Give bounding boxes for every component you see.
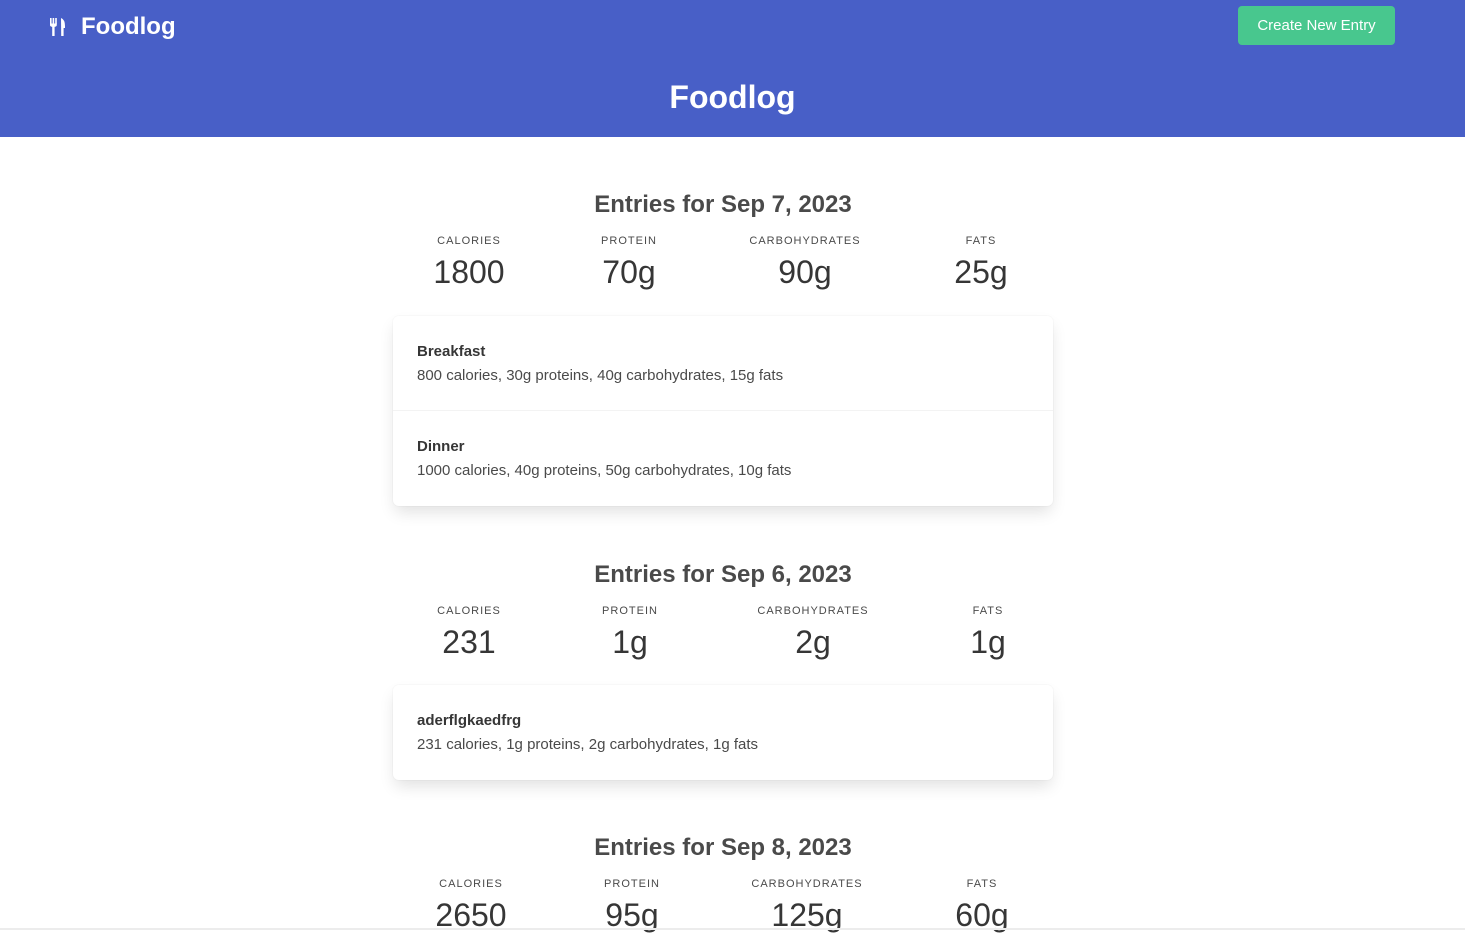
stat-protein: Protein 95g [552, 877, 712, 935]
entry-item[interactable]: aderflgkaedfrg 231 calories, 1g proteins… [393, 685, 1053, 780]
stat-label: Protein [601, 235, 657, 247]
stat-carbohydrates: Carbohydrates 125g [727, 877, 887, 935]
entry-details: 800 calories, 30g proteins, 40g carbohyd… [417, 367, 784, 384]
hero-banner: Foodlog Create New Entry Foodlog [0, 0, 1465, 137]
stat-label: Fats [965, 235, 997, 247]
page-title: Foodlog [669, 79, 796, 115]
stat-value: 2g [795, 624, 831, 660]
nutrition-summary: Calories 1800 Protein 70g Carbohydrates … [393, 234, 1053, 294]
create-new-entry-button[interactable]: Create New Entry [1238, 6, 1395, 45]
utensils-icon [50, 18, 66, 36]
stat-fats: Fats 25g [901, 234, 1061, 292]
entry-details: 231 calories, 1g proteins, 2g carbohydra… [417, 736, 759, 753]
stat-value: 1g [970, 624, 1006, 660]
stat-label: Calories [437, 235, 501, 247]
entry-details: 1000 calories, 40g proteins, 50g carbohy… [417, 462, 792, 479]
entry-name: aderflgkaedfrg [417, 712, 522, 729]
stat-label: Carbohydrates [751, 878, 863, 890]
stat-value: 1g [612, 624, 648, 660]
stat-calories: Calories 1800 [389, 234, 549, 292]
stat-label: Fats [972, 605, 1004, 617]
day-heading: Entries for Sep 7, 2023 [594, 191, 852, 218]
stat-calories: Calories 2650 [391, 877, 551, 935]
entry-name: Dinner [417, 438, 465, 455]
stat-fats: Fats 60g [902, 877, 1062, 935]
day-heading: Entries for Sep 6, 2023 [594, 561, 852, 588]
stat-value: 70g [602, 254, 656, 290]
stat-label: Protein [604, 878, 660, 890]
nutrition-summary: Calories 231 Protein 1g Carbohydrates 2g… [393, 604, 1053, 664]
entries-list: Breakfast 800 calories, 30g proteins, 40… [393, 316, 1053, 506]
stat-label: Carbohydrates [749, 235, 861, 247]
stat-fats: Fats 1g [908, 604, 1068, 662]
entries-list: aderflgkaedfrg 231 calories, 1g proteins… [393, 685, 1053, 780]
entry-item[interactable]: Dinner 1000 calories, 40g proteins, 50g … [393, 411, 1053, 506]
stat-label: Fats [966, 878, 998, 890]
brand-name: Foodlog [81, 13, 176, 40]
stat-protein: Protein 1g [550, 604, 710, 662]
stat-carbohydrates: Carbohydrates 90g [725, 234, 885, 292]
day-heading: Entries for Sep 8, 2023 [594, 834, 852, 861]
stat-carbohydrates: Carbohydrates 2g [733, 604, 893, 662]
stat-protein: Protein 70g [549, 234, 709, 292]
stat-value: 1800 [433, 254, 505, 290]
stat-label: Carbohydrates [757, 605, 869, 617]
stat-label: Calories [439, 878, 503, 890]
entry-name: Breakfast [417, 343, 486, 360]
stat-label: Protein [602, 605, 658, 617]
stat-value: 25g [954, 254, 1008, 290]
entry-item[interactable]: Breakfast 800 calories, 30g proteins, 40… [393, 316, 1053, 411]
brand-link[interactable]: Foodlog [50, 10, 176, 44]
stat-value: 90g [778, 254, 832, 290]
stat-label: Calories [437, 605, 501, 617]
stat-calories: Calories 231 [389, 604, 549, 662]
stat-value: 231 [442, 624, 496, 660]
